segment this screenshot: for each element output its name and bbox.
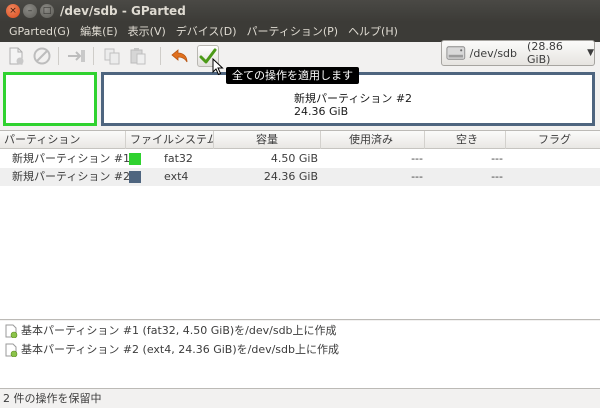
gparted-window: × – □ /dev/sdb - GParted GParted(G) 編集(E… — [0, 0, 600, 408]
new-partition-button[interactable] — [5, 45, 27, 67]
window-title: /dev/sdb - GParted — [60, 4, 186, 18]
row-used: --- — [411, 152, 423, 165]
minimize-icon: – — [27, 5, 33, 16]
row-partition: 新規パーティション #1 — [12, 152, 131, 165]
undo-button[interactable] — [169, 45, 191, 67]
apply-tooltip: 全ての操作を適用します — [226, 67, 359, 84]
device-selector[interactable]: /dev/sdb (28.86 GiB) ▼ — [441, 40, 595, 66]
maximize-window-button[interactable]: □ — [40, 4, 54, 18]
column-header-partition[interactable]: パーティション — [0, 131, 126, 149]
filesystem-color-swatch — [129, 171, 141, 183]
paste-icon — [130, 48, 146, 65]
copy-icon — [104, 48, 120, 65]
column-header-used[interactable]: 使用済み — [321, 131, 425, 149]
row-used: --- — [411, 170, 423, 183]
minimize-window-button[interactable]: – — [23, 4, 37, 18]
menu-help[interactable]: ヘルプ(H) — [343, 22, 403, 42]
menu-view[interactable]: 表示(V) — [123, 22, 171, 42]
new-partition-icon — [5, 343, 18, 357]
delete-button[interactable] — [31, 45, 53, 67]
partition-table: パーティション ファイルシステム 容量 使用済み 空き フラグ 新規パーティショ… — [0, 130, 600, 320]
pending-operations-list: 基本パーティション #1 (fat32, 4.50 GiB)を/dev/sdb上… — [0, 321, 600, 389]
column-header-free[interactable]: 空き — [425, 131, 506, 149]
row-size: 24.36 GiB — [263, 170, 318, 183]
row-filesystem: fat32 — [164, 152, 193, 165]
diskmap-partition-2-size: 24.36 GiB — [294, 105, 349, 118]
operation-text: 基本パーティション #1 (fat32, 4.50 GiB)を/dev/sdb上… — [21, 324, 337, 337]
menu-gparted[interactable]: GParted(G) — [4, 22, 75, 42]
copy-button[interactable] — [101, 45, 123, 67]
close-icon: × — [9, 5, 17, 16]
maximize-icon: □ — [42, 5, 52, 16]
operation-text: 基本パーティション #2 (ext4, 24.36 GiB)を/dev/sdb上… — [21, 343, 340, 356]
status-text: 2 件の操作を保留中 — [3, 392, 102, 405]
undo-icon — [171, 49, 188, 63]
title-bar: × – □ /dev/sdb - GParted — [0, 0, 600, 22]
toolbar-separator — [160, 47, 161, 65]
filesystem-color-swatch — [129, 153, 141, 165]
column-header-filesystem[interactable]: ファイルシステム — [126, 131, 214, 149]
row-partition: 新規パーティション #2 — [12, 170, 131, 183]
row-free: --- — [491, 152, 503, 165]
table-row[interactable]: 新規パーティション #2 ext4 24.36 GiB --- --- — [0, 168, 600, 186]
menu-bar: GParted(G) 編集(E) 表示(V) デバイス(D) パーティション(P… — [0, 22, 600, 42]
chevron-down-icon: ▼ — [587, 48, 594, 58]
menu-device[interactable]: デバイス(D) — [171, 22, 242, 42]
hard-disk-icon — [446, 46, 466, 60]
column-header-size[interactable]: 容量 — [214, 131, 321, 149]
row-free: --- — [491, 170, 503, 183]
toolbar-separator — [58, 47, 59, 65]
row-filesystem: ext4 — [164, 170, 189, 183]
status-bar: 2 件の操作を保留中 — [0, 390, 600, 408]
table-header: パーティション ファイルシステム 容量 使用済み 空き フラグ — [0, 131, 600, 149]
resize-move-icon — [68, 50, 85, 62]
diskmap-partition-1[interactable] — [3, 72, 97, 126]
close-window-button[interactable]: × — [6, 4, 20, 18]
paste-button[interactable] — [127, 45, 149, 67]
operation-item[interactable]: 基本パーティション #2 (ext4, 24.36 GiB)を/dev/sdb上… — [0, 341, 600, 359]
new-partition-icon — [9, 47, 24, 65]
device-path: /dev/sdb — [469, 46, 518, 60]
delete-icon — [33, 47, 51, 65]
mouse-cursor-icon — [212, 58, 224, 76]
new-partition-icon — [5, 324, 18, 338]
menu-edit[interactable]: 編集(E) — [75, 22, 123, 42]
menu-partition[interactable]: パーティション(P) — [242, 22, 344, 42]
row-size: 4.50 GiB — [270, 152, 318, 165]
column-header-flags[interactable]: フラグ — [506, 131, 600, 149]
toolbar-separator — [93, 47, 94, 65]
operation-item[interactable]: 基本パーティション #1 (fat32, 4.50 GiB)を/dev/sdb上… — [0, 322, 600, 340]
device-size: (28.86 GiB) — [527, 40, 563, 66]
diskmap-partition-2-name: 新規パーティション #2 — [294, 92, 413, 105]
resize-move-button[interactable] — [66, 45, 88, 67]
table-row[interactable]: 新規パーティション #1 fat32 4.50 GiB --- --- — [0, 150, 600, 168]
